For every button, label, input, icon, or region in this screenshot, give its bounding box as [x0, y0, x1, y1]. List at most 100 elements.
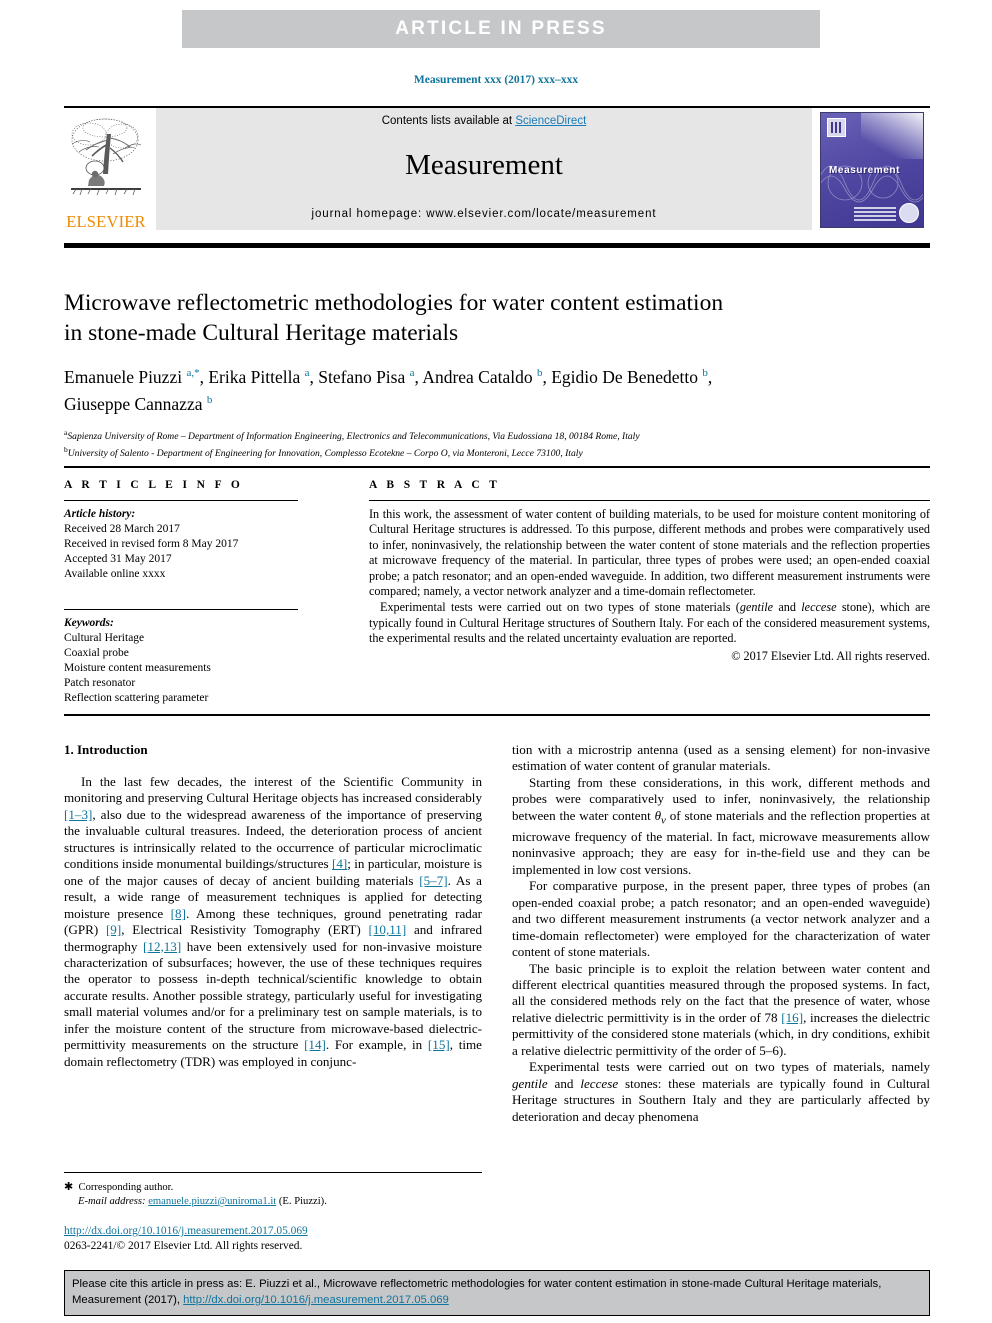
theta-v-symbol: θv — [654, 807, 666, 827]
paper-title-line-2: in stone-made Cultural Heritage material… — [64, 320, 459, 346]
running-head: Measurement xxx (2017) xxx–xxx — [413, 74, 579, 86]
bp-seg: have been extensively used for non-invas… — [64, 938, 482, 1053]
body-paragraph: The basic principle is to exploit the re… — [512, 961, 930, 1060]
article-history-label: Article history: — [64, 508, 136, 520]
keyword-item: Coaxial probe — [64, 647, 129, 659]
author-line-1: Emanuele Piuzzi a,*, Erika Pittella a, S… — [64, 366, 713, 387]
body-paragraph: Experimental tests were carried out on t… — [512, 1059, 930, 1125]
journal-title: Measurement — [405, 149, 563, 181]
citation-ref[interactable]: [1–3] — [64, 807, 92, 822]
affil-marker[interactable]: a,* — [186, 367, 199, 379]
bp-seg: Experimental tests were carried out on t… — [529, 1059, 930, 1075]
bp-seg: , Electrical Resistivity Tomography (ERT… — [121, 922, 369, 938]
history-accepted: Accepted 31 May 2017 — [64, 553, 172, 565]
affiliation-b-text: University of Salento - Department of En… — [67, 448, 583, 460]
header-divider-rule — [64, 243, 930, 248]
email-line: E-mail address: emanuele.piuzzi@uniroma1… — [64, 1195, 482, 1209]
journal-cover-image: Measurement — [820, 112, 924, 228]
abstract-heading: A B S T R A C T — [369, 479, 501, 491]
author-list: Emanuele Piuzzi a,*, Erika Pittella a, S… — [64, 362, 934, 416]
citation-ref[interactable]: [5–7] — [419, 873, 447, 888]
journal-header: ELSEVIER Contents lists available at Sci… — [64, 106, 930, 230]
asterisk-icon: ✱ — [64, 1181, 74, 1193]
abstract-copyright: © 2017 Elsevier Ltd. All rights reserved… — [731, 648, 930, 663]
email-label: E-mail address: — [78, 1196, 146, 1207]
bp-italic: leccese — [580, 1075, 619, 1091]
citation-ref[interactable]: [8] — [171, 906, 186, 921]
affil-marker[interactable]: b — [702, 367, 708, 379]
body-paragraph: Starting from these considerations, in t… — [512, 775, 930, 878]
article-in-press-label: ARTICLE IN PRESS — [395, 18, 607, 39]
keyword-item: Moisture content measurements — [64, 662, 211, 674]
journal-header-panel: Contents lists available at ScienceDirec… — [156, 108, 812, 230]
issn-copyright-line: 0263-2241/© 2017 Elsevier Ltd. All right… — [64, 1239, 303, 1252]
citation-ref[interactable]: [14] — [304, 1037, 326, 1052]
corresponding-author-text: Corresponding author. — [78, 1182, 174, 1193]
abstract-column: A B S T R A C T In this work, the assess… — [359, 479, 930, 706]
abstract-p2-italic-2: leccese — [801, 600, 837, 615]
elsevier-logo: ELSEVIER — [64, 108, 148, 230]
body-paragraph: In the last few decades, the interest of… — [64, 774, 482, 1070]
info-divider-rule — [64, 466, 930, 468]
affiliations: aSapienza University of Rome – Departmen… — [64, 426, 934, 461]
cover-footer-lines — [854, 207, 896, 223]
cover-footer — [854, 203, 919, 223]
keyword-item: Patch resonator — [64, 677, 136, 689]
corresponding-author-line: ✱ Corresponding author. — [64, 1180, 482, 1195]
abstract-p2-italic-1: gentile — [739, 600, 774, 615]
author-line-2: Giuseppe Cannazza b — [64, 393, 213, 414]
doi-link[interactable]: http://dx.doi.org/10.1016/j.measurement.… — [64, 1225, 308, 1237]
history-online: Available online xxxx — [64, 568, 166, 580]
affil-marker[interactable]: b — [537, 367, 543, 379]
journal-cover-thumbnail[interactable]: Measurement — [820, 108, 930, 230]
doi-link-wrap: http://dx.doi.org/10.1016/j.measurement.… — [64, 1224, 494, 1239]
affiliation-a-text: Sapienza University of Rome – Department… — [67, 430, 640, 442]
affil-marker[interactable]: a — [410, 367, 415, 379]
citation-ref[interactable]: [16] — [781, 1010, 803, 1025]
affiliation-b: bUniversity of Salento - Department of E… — [64, 443, 934, 461]
title-block: Microwave reflectometric methodologies f… — [64, 288, 934, 461]
cover-journal-name: Measurement — [829, 165, 901, 176]
affil-marker[interactable]: b — [207, 394, 213, 406]
contents-prefix: Contents lists available at — [381, 115, 516, 127]
history-revised: Received in revised form 8 May 2017 — [64, 538, 239, 550]
cite-doi-link[interactable]: http://dx.doi.org/10.1016/j.measurement.… — [183, 1294, 449, 1306]
citation-ref[interactable]: [10,11] — [369, 922, 407, 937]
cite-this-article-text: Please cite this article in press as: E.… — [72, 1276, 922, 1308]
bp-seg: . For example, in — [325, 1037, 428, 1053]
body-paragraph: For comparative purpose, in the present … — [512, 878, 930, 960]
contents-list-line: Contents lists available at ScienceDirec… — [156, 115, 812, 127]
affil-marker[interactable]: a — [305, 367, 310, 379]
citation-ref[interactable]: [15] — [428, 1037, 450, 1052]
bp-seg: In the last few decades, the interest of… — [64, 774, 482, 806]
affiliation-a: aSapienza University of Rome – Departmen… — [64, 426, 934, 444]
elsevier-wordmark: ELSEVIER — [66, 212, 146, 231]
article-in-press-banner: ARTICLE IN PRESS — [182, 10, 820, 48]
email-link[interactable]: emanuele.piuzzi@uniroma1.it — [148, 1196, 276, 1207]
bp-seg: and — [547, 1075, 581, 1091]
article-info-column: A R T I C L E I N F O Article history: R… — [64, 479, 359, 706]
keywords-label: Keywords: — [64, 617, 114, 629]
citation-ref[interactable]: [9] — [106, 922, 121, 937]
footnote-block: ✱ Corresponding author. E-mail address: … — [64, 1172, 482, 1209]
article-info-heading: A R T I C L E I N F O — [64, 479, 244, 491]
keywords-rule — [64, 609, 298, 610]
sciencedirect-link[interactable]: ScienceDirect — [515, 115, 586, 127]
bp-italic: gentile — [512, 1075, 548, 1091]
keyword-item: Reflection scattering parameter — [64, 692, 209, 704]
cover-imeko-badge-icon — [827, 118, 846, 137]
body-divider-rule — [64, 714, 930, 716]
elsevier-tree-icon — [71, 118, 142, 196]
section-heading-introduction: 1. Introduction — [64, 742, 148, 757]
doi-block: http://dx.doi.org/10.1016/j.measurement.… — [64, 1224, 494, 1254]
abstract-p2-b: and — [773, 600, 802, 615]
paper-title-line-1: Microwave reflectometric methodologies f… — [64, 290, 724, 316]
journal-homepage[interactable]: journal homepage: www.elsevier.com/locat… — [156, 208, 812, 220]
citation-ref[interactable]: [4] — [332, 856, 347, 871]
abstract-paragraph-1: In this work, the assessment of water co… — [369, 507, 930, 599]
page-title: Microwave reflectometric methodologies f… — [64, 288, 934, 348]
citation-ref[interactable]: [12,13] — [143, 939, 181, 954]
email-owner: (E. Piuzzi). — [276, 1196, 327, 1207]
abstract-p2-a: Experimental tests were carried out on t… — [380, 600, 740, 615]
